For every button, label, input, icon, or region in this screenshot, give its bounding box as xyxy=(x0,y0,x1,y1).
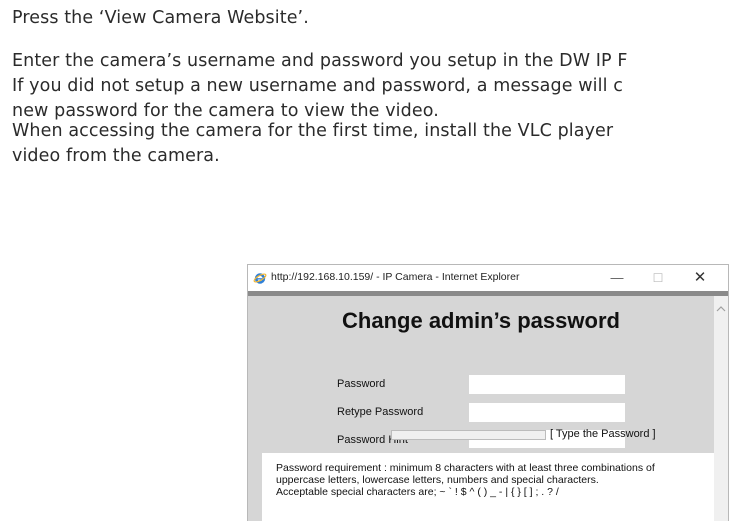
password-input[interactable] xyxy=(469,375,625,394)
password-strength-meter xyxy=(391,430,546,440)
page-title: Change admin’s password xyxy=(342,308,620,333)
vertical-scrollbar[interactable] xyxy=(714,296,728,521)
instruction-text: video from the camera. xyxy=(12,146,220,166)
instruction-step-3: When accessing the camera for the first … xyxy=(12,119,746,169)
window-title: http://192.168.10.159/ - IP Camera - Int… xyxy=(271,271,520,283)
instruction-step-2: Enter the camera’s username and password… xyxy=(12,49,746,124)
password-requirements-box: Password requirement : minimum 8 charact… xyxy=(262,453,714,521)
browser-window: http://192.168.10.159/ - IP Camera - Int… xyxy=(247,264,729,521)
retype-password-input[interactable] xyxy=(469,403,625,422)
requirements-text: Password requirement : minimum 8 charact… xyxy=(276,462,655,474)
title-bar[interactable]: http://192.168.10.159/ - IP Camera - Int… xyxy=(248,265,728,291)
close-button[interactable]: ✕ xyxy=(685,268,715,288)
instruction-step-1: Press the ‘View Camera Website’. xyxy=(12,6,746,31)
retype-password-label: Retype Password xyxy=(337,406,424,418)
requirements-text: uppercase letters, lowercase letters, nu… xyxy=(276,474,599,486)
instruction-text: Enter the camera’s username and password… xyxy=(12,51,628,71)
internet-explorer-icon xyxy=(253,273,267,284)
maximize-button[interactable]: ☐ xyxy=(643,268,673,288)
instruction-text: Press the ‘View Camera Website’. xyxy=(12,8,309,28)
password-label: Password xyxy=(337,378,386,390)
scroll-up-arrow-icon[interactable] xyxy=(716,304,726,314)
instruction-text: When accessing the camera for the first … xyxy=(12,121,614,141)
minimize-button[interactable]: — xyxy=(602,268,632,288)
password-strength-label: [ Type the Password ] xyxy=(550,428,656,440)
requirements-text: Acceptable special characters are; ~ ` !… xyxy=(276,486,559,498)
password-form: Change admin’s password Password Retype … xyxy=(248,296,714,521)
instruction-text: If you did not setup a new username and … xyxy=(12,76,623,96)
